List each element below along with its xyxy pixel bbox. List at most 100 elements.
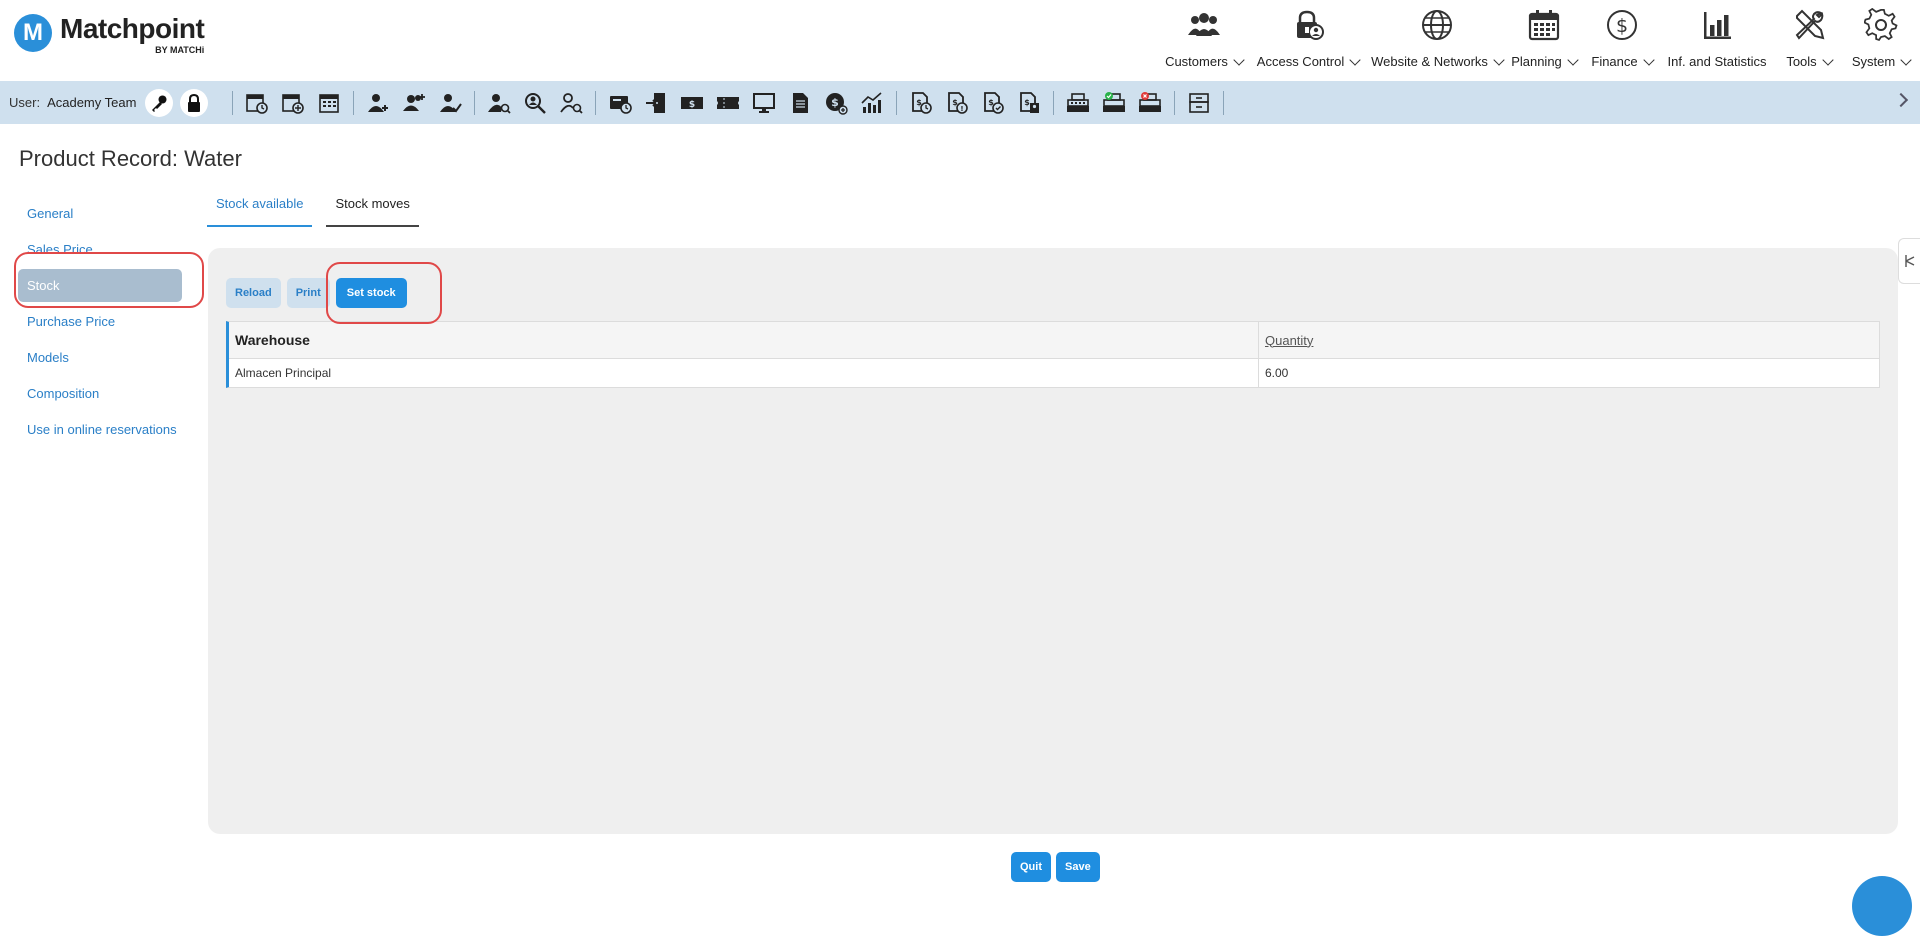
- invoice-time-icon: $: [912, 91, 933, 114]
- chevron-down-icon: [1822, 53, 1834, 66]
- cash-register-open-button[interactable]: [1101, 90, 1127, 116]
- invoice-check-button[interactable]: $: [980, 90, 1006, 116]
- ticket-button[interactable]: [715, 90, 741, 116]
- invoice-check-icon: $: [984, 91, 1005, 114]
- save-button[interactable]: Save: [1056, 852, 1100, 882]
- toolbar-divider: [232, 90, 234, 115]
- document-button[interactable]: [787, 90, 813, 116]
- nav-access-control[interactable]: Access Control: [1257, 6, 1361, 72]
- person-search-button[interactable]: [486, 90, 512, 116]
- record-sections-nav: General Sales Price Stock Purchase Price…: [18, 197, 182, 449]
- bar-chart-icon: [1704, 12, 1731, 39]
- section-sales-price[interactable]: Sales Price: [18, 233, 182, 266]
- person-search-icon: [488, 93, 512, 114]
- calendar-grid-button[interactable]: [316, 90, 342, 116]
- ticket-dollar-icon: $: [681, 96, 704, 110]
- card-time-icon: [610, 95, 633, 114]
- section-purchase-price[interactable]: Purchase Price: [18, 305, 182, 338]
- person-check-button[interactable]: [437, 90, 463, 116]
- cash-register-closed-icon: [1139, 91, 1162, 112]
- ticket-dollar-button[interactable]: $: [679, 90, 705, 116]
- section-online-reservations[interactable]: Use in online reservations: [18, 413, 182, 446]
- user-lookup-button[interactable]: [558, 90, 584, 116]
- nav-planning[interactable]: Planning: [1508, 6, 1580, 72]
- app-header: M Matchpoint BY MATCHi Customers Access …: [0, 0, 1920, 81]
- toolbar-divider: [1223, 90, 1225, 115]
- nav-tools-label: Tools: [1786, 54, 1817, 69]
- monitor-button[interactable]: [751, 90, 777, 116]
- section-stock[interactable]: Stock: [18, 269, 182, 302]
- print-button[interactable]: Print: [286, 278, 330, 308]
- archive-drawer-button[interactable]: [1186, 90, 1212, 116]
- key-button[interactable]: [145, 88, 174, 117]
- nav-website-networks-label: Website & Networks: [1371, 54, 1488, 69]
- add-person-button[interactable]: [365, 90, 391, 116]
- cash-register-closed-button[interactable]: [1137, 90, 1163, 116]
- chevron-down-icon: [1642, 53, 1655, 66]
- chevron-right-icon[interactable]: [1893, 92, 1909, 108]
- lock-user-icon: [1297, 10, 1324, 40]
- logo-sub: BY MATCHi: [155, 45, 205, 55]
- nav-customers[interactable]: Customers: [1164, 6, 1245, 72]
- toolbar-divider: [353, 90, 355, 115]
- ticket-icon: [717, 96, 740, 109]
- growth-chart-button[interactable]: [859, 90, 885, 116]
- cash-register-button[interactable]: [1065, 90, 1091, 116]
- reload-button[interactable]: Reload: [226, 278, 281, 308]
- tools-icon: [1795, 9, 1825, 40]
- svg-text:$: $: [832, 96, 840, 109]
- invoice-time-button[interactable]: $: [908, 90, 934, 116]
- calendar-clock-button[interactable]: [244, 90, 270, 116]
- chevron-down-icon: [1349, 53, 1361, 66]
- logo-mark: M: [14, 14, 52, 52]
- calendar-add-button[interactable]: [280, 90, 306, 116]
- nav-website-networks[interactable]: Website & Networks: [1371, 6, 1505, 72]
- lock-button[interactable]: [180, 88, 209, 117]
- chevron-down-icon: [1493, 53, 1505, 66]
- column-header-warehouse[interactable]: Warehouse: [229, 322, 1259, 358]
- nav-inf-statistics[interactable]: Inf. and Statistics: [1667, 6, 1767, 72]
- table-row[interactable]: Almacen Principal 6.00: [229, 359, 1879, 387]
- key-search-button[interactable]: [522, 90, 548, 116]
- invoice-pending-button[interactable]: $!: [944, 90, 970, 116]
- matchpoint-logo[interactable]: M Matchpoint BY MATCHi: [14, 13, 205, 55]
- calendar-grid-icon: [319, 93, 340, 113]
- invoice-user-button[interactable]: $: [1016, 90, 1042, 116]
- card-time-button[interactable]: [607, 90, 633, 116]
- calendar-clock-icon: [246, 93, 269, 114]
- help-chat-button[interactable]: [1852, 876, 1912, 936]
- tab-stock-available[interactable]: Stock available: [207, 196, 313, 227]
- money-add-icon: $: [826, 92, 849, 115]
- nav-inf-statistics-label: Inf. and Statistics: [1667, 54, 1767, 69]
- toolbar-icons: $ $ $ $! $ $: [226, 90, 1230, 116]
- side-panel-toggle[interactable]: [1898, 238, 1920, 284]
- stock-tabs: Stock available Stock moves: [207, 196, 433, 227]
- page-title: Product Record: Water: [19, 146, 242, 171]
- chevron-down-icon: [1900, 53, 1912, 66]
- nav-finance[interactable]: $ Finance: [1590, 6, 1655, 72]
- svg-text:$: $: [1025, 98, 1031, 107]
- nav-tools[interactable]: Tools: [1780, 6, 1838, 72]
- money-add-button[interactable]: $: [823, 90, 849, 116]
- nav-system[interactable]: System: [1850, 6, 1912, 72]
- nav-finance-label: Finance: [1591, 54, 1638, 69]
- svg-text:$: $: [1616, 15, 1628, 37]
- door-entry-button[interactable]: [643, 90, 669, 116]
- add-group-button[interactable]: [401, 90, 427, 116]
- tab-stock-moves[interactable]: Stock moves: [326, 196, 419, 227]
- cell-quantity: 6.00: [1265, 366, 1289, 380]
- section-models[interactable]: Models: [18, 341, 182, 374]
- logo-name: Matchpoint: [60, 13, 205, 44]
- stock-table: Warehouse Quantity Almacen Principal 6.0…: [226, 321, 1880, 388]
- user-name: Academy Team: [47, 95, 137, 110]
- invoice-pending-icon: $!: [948, 91, 969, 114]
- section-composition[interactable]: Composition: [18, 377, 182, 410]
- quit-button[interactable]: Quit: [1011, 852, 1051, 882]
- column-header-quantity[interactable]: Quantity: [1259, 322, 1879, 358]
- set-stock-button[interactable]: Set stock: [335, 278, 407, 308]
- dollar-icon: $: [1607, 10, 1637, 40]
- toolbar-divider: [1174, 90, 1176, 115]
- section-general[interactable]: General: [18, 197, 182, 230]
- calendar-add-icon: [282, 93, 305, 114]
- toolbar-divider: [595, 90, 597, 115]
